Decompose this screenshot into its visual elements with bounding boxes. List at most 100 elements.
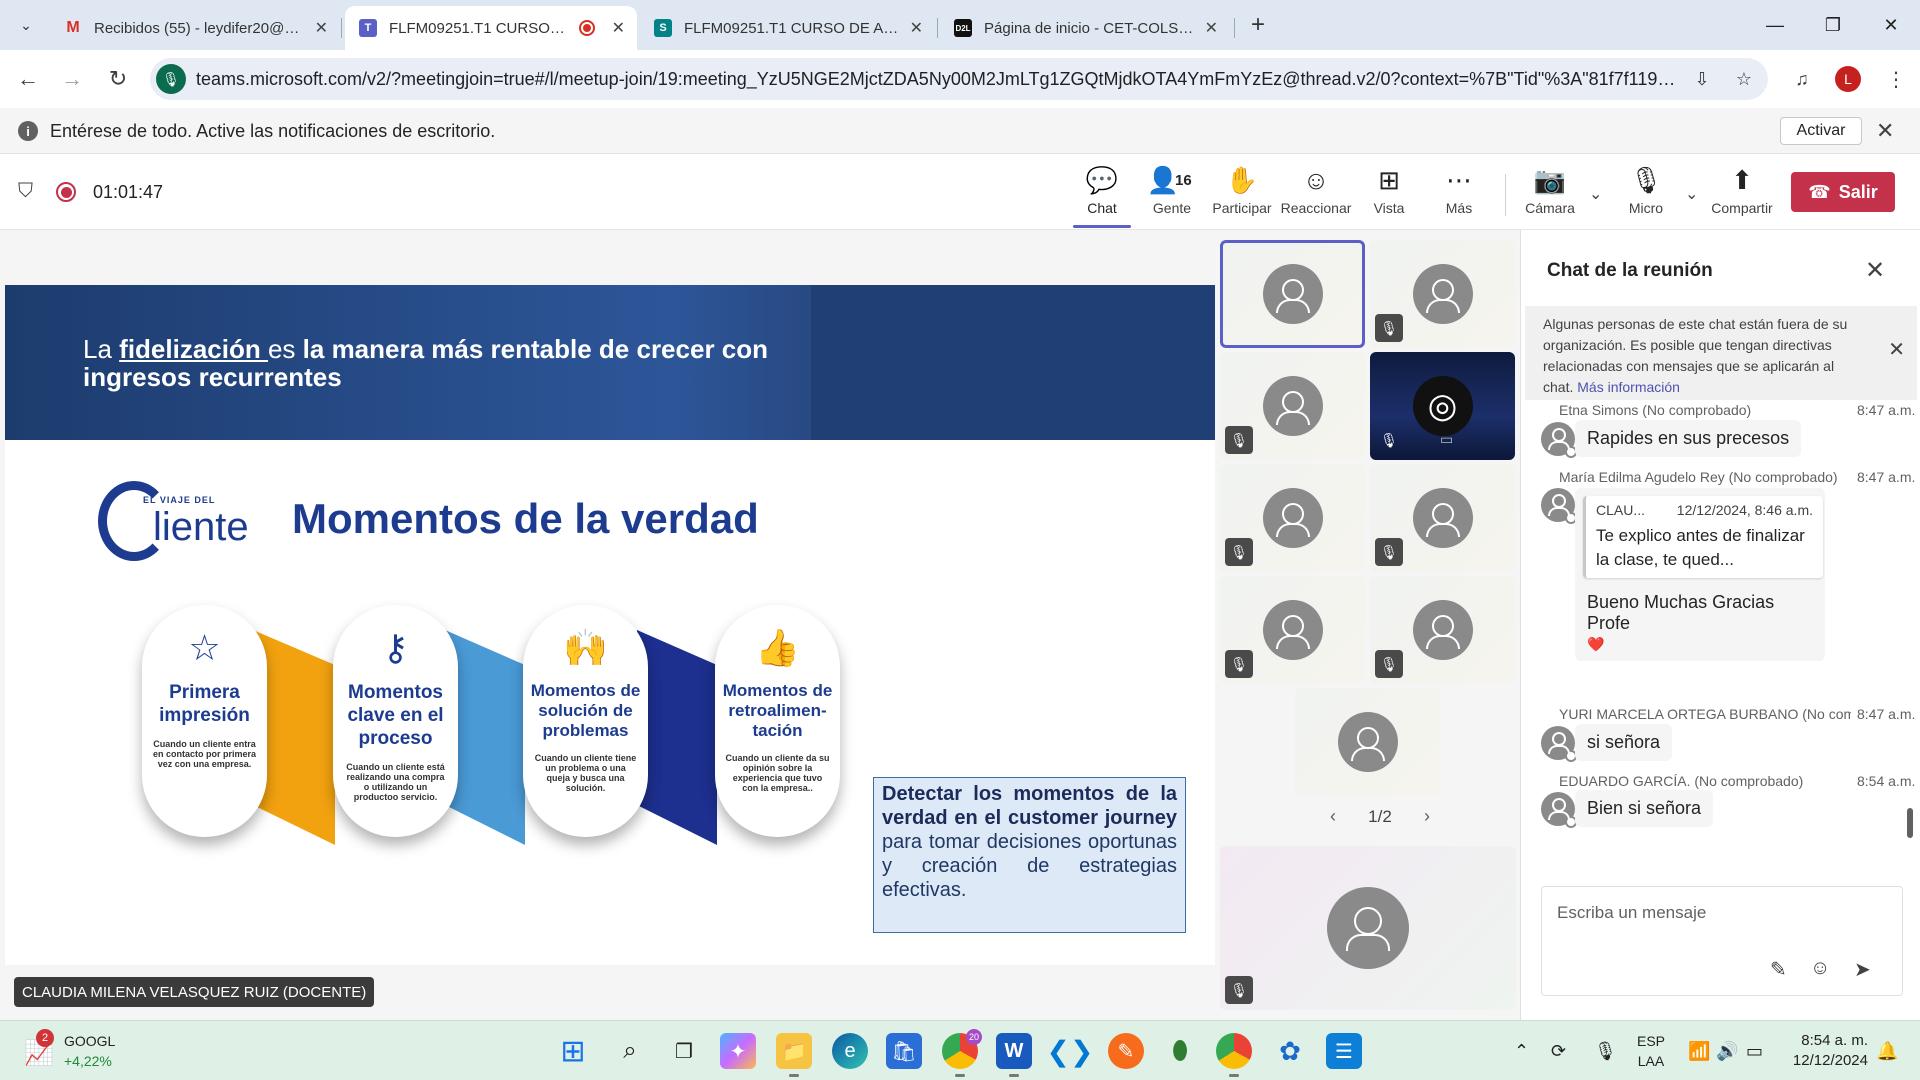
reload-icon[interactable]: ↻ (102, 63, 134, 95)
profile-avatar[interactable]: L (1835, 66, 1861, 92)
send-icon[interactable]: ➤ (1854, 957, 1871, 982)
participant-tile[interactable]: 🎙 (1370, 576, 1515, 684)
search-icon[interactable]: ⌕ (612, 1033, 648, 1069)
copilot-icon[interactable]: ✦ (720, 1033, 756, 1069)
sender-avatar (1541, 726, 1577, 762)
mic-muted-icon: 🎙 (1225, 976, 1253, 1004)
close-tab-icon[interactable]: ✕ (315, 18, 328, 38)
quoted-message[interactable]: CLAU... 12/12/2024, 8:46 a.m. Te explico … (1583, 496, 1823, 578)
participant-tile[interactable]: 🎙 (1370, 240, 1515, 348)
self-view-tile[interactable]: 🎙 (1220, 846, 1516, 1010)
message-compose-box[interactable]: Escriba un mensaje ✎ ☺ ➤ (1541, 886, 1903, 996)
close-window-icon[interactable]: ✕ (1876, 12, 1906, 38)
battery-icon[interactable]: ▭ (1746, 1041, 1763, 1062)
share-button[interactable]: ⬆ Compartir (1707, 164, 1777, 224)
task-view-icon[interactable]: ❐ (666, 1033, 702, 1069)
system-clock[interactable]: 8:54 a. m. 12/12/2024 (1782, 1031, 1868, 1071)
chat-scrollbar[interactable] (1907, 808, 1913, 838)
word-icon[interactable]: W (996, 1033, 1032, 1077)
language-indicator[interactable]: ESP LAA (1637, 1031, 1665, 1071)
participant-tile[interactable]: 🎙 (1220, 352, 1365, 460)
minimize-window-icon[interactable]: — (1760, 12, 1790, 38)
react-button[interactable]: ☺ Reaccionar (1280, 164, 1352, 224)
microsoft-store-icon[interactable]: 🛍 (886, 1033, 922, 1069)
chat-button[interactable]: 💬 Chat (1067, 164, 1137, 228)
participant-tile[interactable] (1220, 240, 1365, 348)
more-info-link[interactable]: Más información (1577, 379, 1680, 395)
participant-tile[interactable]: 🎙 (1220, 464, 1365, 572)
people-label: Gente (1152, 200, 1192, 216)
clock-time: 8:54 a. m. (1801, 1032, 1868, 1049)
browser-menu-icon[interactable]: ⋮ (1880, 63, 1912, 95)
participant-tile[interactable] (1295, 688, 1440, 796)
sharepoint-icon: S (654, 19, 672, 37)
enable-notifications-button[interactable]: Activar (1780, 117, 1862, 145)
leave-button[interactable]: ☎ Salir (1791, 172, 1895, 212)
participant-tile[interactable]: 🎙 (1220, 576, 1365, 684)
leaf-app-icon[interactable]: ⬮ (1162, 1033, 1198, 1069)
vscode-icon[interactable]: ❮❯ (1047, 1033, 1094, 1069)
photos-app-icon[interactable]: ✿ (1272, 1033, 1308, 1069)
back-arrow-icon[interactable]: ← (12, 63, 44, 95)
widget-badge: 2 (36, 1029, 54, 1047)
mic-options-chevron-icon[interactable]: ⌄ (1685, 184, 1698, 204)
emoji-icon[interactable]: ☺ (1810, 957, 1830, 980)
microphone-site-permission-icon[interactable]: 🎙 (156, 64, 186, 94)
show-hidden-icons-chevron-icon[interactable]: ⌃ (1514, 1041, 1529, 1062)
windows-start-icon[interactable]: ⊞ (555, 1033, 591, 1069)
wifi-icon[interactable]: 📶 (1688, 1041, 1710, 1062)
camera-options-chevron-icon[interactable]: ⌄ (1589, 184, 1602, 204)
forward-arrow-icon[interactable]: → (56, 63, 88, 95)
card-description: Cuando un cliente entra en contacto por … (152, 739, 257, 769)
close-chat-icon[interactable]: ✕ (1865, 256, 1885, 285)
dismiss-info-icon[interactable]: ✕ (1888, 340, 1905, 361)
participant-tile[interactable]: 🎙 (1370, 464, 1515, 572)
notepad-icon[interactable]: ☰ (1326, 1033, 1362, 1069)
app-orange-icon[interactable]: ✎ (1108, 1033, 1144, 1069)
tab-search-chevron-icon[interactable]: ⌄ (8, 9, 44, 41)
address-bar[interactable]: 🎙 teams.microsoft.com/v2/?meetingjoin=tr… (150, 58, 1768, 100)
stock-name: GOOGL (64, 1033, 116, 1049)
microphone-tray-icon[interactable]: 🎙 (1594, 1041, 1617, 1062)
tab-d2l[interactable]: D2L Página de inicio - CET-COLSUBS ✕ (940, 6, 1230, 50)
tab-gmail[interactable]: M Recibidos (55) - leydifer20@gm ✕ (50, 6, 340, 50)
avatar-icon (1262, 488, 1323, 548)
url-text[interactable]: teams.microsoft.com/v2/?meetingjoin=true… (196, 69, 1676, 90)
tab-teams-meeting[interactable]: T FLFM09251.T1 CURSO DE A ✕ (345, 6, 637, 50)
previous-page-icon[interactable]: ‹ (1330, 806, 1336, 827)
volume-icon[interactable]: 🔊 (1716, 1041, 1738, 1062)
camera-button[interactable]: 📷 Cámara (1515, 164, 1585, 224)
chrome-icon[interactable] (1216, 1033, 1252, 1077)
media-control-icon[interactable]: ♫ (1786, 63, 1818, 95)
install-app-icon[interactable]: ⇩ (1690, 67, 1714, 91)
more-label: Más (1445, 200, 1473, 216)
tab-sharepoint[interactable]: S FLFM09251.T1 CURSO DE ASES ✕ (640, 6, 935, 50)
close-tab-icon[interactable]: ✕ (612, 18, 625, 38)
shield-icon[interactable]: ⛉ (18, 180, 33, 203)
view-button[interactable]: ⊞ Vista (1354, 164, 1424, 224)
moment-card-first-impression: ☆ Primera impresión Cuando un cliente en… (142, 605, 267, 837)
raise-hand-button[interactable]: ✋ Participar (1207, 164, 1277, 224)
new-tab-plus-icon[interactable]: + (1243, 10, 1273, 40)
notifications-bell-icon[interactable]: 🔔 (1876, 1041, 1898, 1062)
smiley-icon: ☺ (1302, 164, 1330, 195)
mic-muted-icon: 🎙 (1225, 650, 1253, 678)
next-page-icon[interactable]: › (1424, 806, 1430, 827)
chrome-profile-icon[interactable]: 20 (942, 1029, 982, 1077)
mic-button[interactable]: 🎙 Micro (1611, 164, 1681, 224)
more-button[interactable]: ⋯ Más (1424, 164, 1494, 224)
file-explorer-icon[interactable]: 📁 (776, 1033, 812, 1077)
close-banner-icon[interactable]: ✕ (1876, 118, 1894, 144)
format-pen-icon[interactable]: ✎ (1770, 957, 1787, 982)
restore-window-icon[interactable]: ❐ (1818, 12, 1848, 38)
people-button[interactable]: 👤 16 Gente (1137, 164, 1207, 224)
hand-icon: ✋ (1225, 164, 1259, 195)
mic-muted-icon: 🎙 (1225, 538, 1253, 566)
bookmark-star-icon[interactable]: ☆ (1732, 67, 1756, 91)
participant-tile[interactable]: ◎ 🎙 ▭ (1370, 352, 1515, 460)
close-tab-icon[interactable]: ✕ (1205, 18, 1218, 38)
d2l-icon: D2L (954, 19, 972, 37)
edge-browser-icon[interactable]: e (832, 1033, 868, 1069)
close-tab-icon[interactable]: ✕ (910, 18, 923, 38)
sync-icon[interactable]: ⟳ (1551, 1041, 1566, 1062)
